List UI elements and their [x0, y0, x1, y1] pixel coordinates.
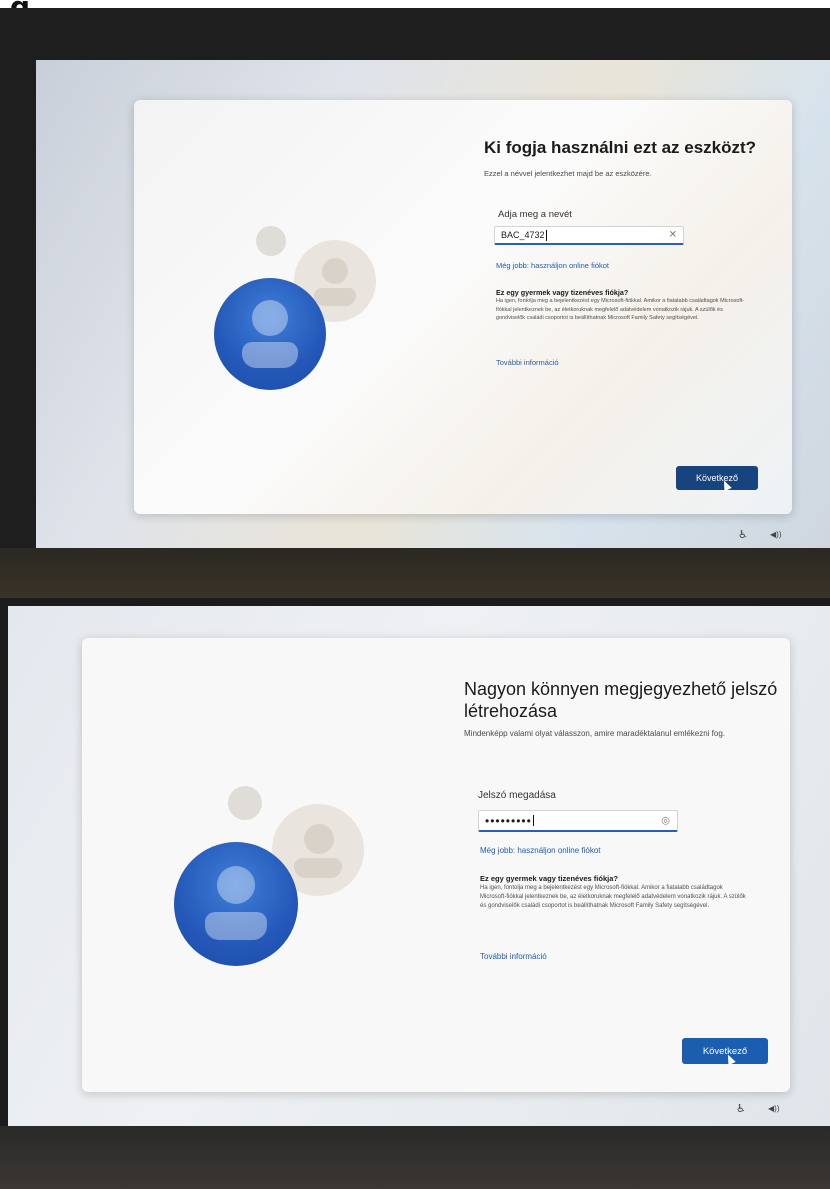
ghost-head [304, 824, 334, 854]
oobe-card: Ki fogja használni ezt az eszközt? Ezzel… [134, 100, 792, 514]
accessibility-icon[interactable]: ♿ [736, 1102, 746, 1115]
photo-bezel-bottom [0, 548, 830, 598]
avatar-small-circle [228, 786, 262, 820]
reveal-password-icon[interactable]: ◎ [661, 815, 671, 826]
user-avatar-illustration [172, 778, 392, 978]
online-account-link[interactable]: Még jobb: használjon online fiókot [480, 846, 601, 855]
person-head [252, 300, 288, 336]
next-button[interactable]: Következő [676, 466, 758, 490]
name-input[interactable]: BAC_4732 ✕ [494, 226, 684, 245]
person-head [217, 866, 255, 904]
avatar-small-circle [256, 226, 286, 256]
page-title: Ki fogja használni ezt az eszközt? [484, 138, 757, 157]
user-avatar-illustration [204, 220, 404, 400]
next-button-label: Következő [695, 473, 739, 483]
child-account-text: Ha igen, fontolja meg a bejelentkezést e… [496, 298, 745, 321]
page-subtitle: Ezzel a névvel jelentkezhet majd be az e… [484, 169, 652, 178]
text-caret [545, 229, 547, 241]
oobe-screen-password: ← Nagyon könnyen megjegyezhető jelszó lé… [8, 606, 830, 1126]
oobe-card: Nagyon könnyen megjegyezhető jelszó létr… [82, 638, 790, 1092]
page-title: Nagyon könnyen megjegyezhető jelszó létr… [464, 679, 778, 721]
person-body [242, 342, 298, 368]
name-input-value: BAC_4732 [501, 230, 545, 240]
password-input-value: ••••••••• [485, 813, 532, 828]
ghost-head [322, 258, 348, 284]
password-input[interactable]: ••••••••• ◎ [478, 810, 678, 832]
more-info-link[interactable]: További információ [480, 952, 547, 961]
online-account-link[interactable]: Még jobb: használjon online fiókot [496, 261, 609, 270]
avatar-front-circle [214, 278, 326, 390]
child-account-text: Ha igen, fontolja meg a bejelentkezést e… [480, 885, 746, 909]
child-account-heading: Ez egy gyermek vagy tizenéves fiókja? [480, 874, 618, 883]
child-account-heading: Ez egy gyermek vagy tizenéves fiókja? [496, 288, 629, 297]
text-caret [532, 815, 534, 826]
oobe-screen-name: Ki fogja használni ezt az eszközt? Ezzel… [36, 60, 830, 548]
name-field-label: Adja meg a nevét [498, 209, 572, 220]
photo-screen-name: Ki fogja használni ezt az eszközt? Ezzel… [0, 8, 830, 598]
person-body [205, 912, 267, 940]
page-subtitle: Mindenképp valami olyat válasszon, amire… [464, 729, 726, 738]
photo-bezel-bottom [0, 1126, 830, 1189]
photo-screen-password: ← Nagyon könnyen megjegyezhető jelszó lé… [0, 598, 830, 1189]
clear-icon[interactable]: ✕ [669, 230, 677, 241]
more-info-link[interactable]: További információ [496, 358, 559, 367]
volume-icon[interactable]: ◀)) [770, 530, 781, 539]
accessibility-icon[interactable]: ♿ [738, 528, 748, 541]
ghost-body [314, 288, 356, 306]
avatar-front-circle [174, 842, 298, 966]
password-field-label: Jelszó megadása [478, 790, 556, 801]
ghost-body [294, 858, 342, 878]
volume-icon[interactable]: ◀)) [768, 1104, 779, 1113]
next-button[interactable]: Következő [682, 1038, 768, 1064]
